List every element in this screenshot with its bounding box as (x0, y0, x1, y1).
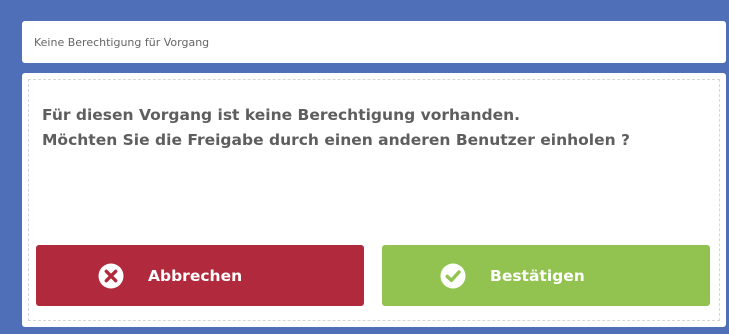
close-circle-icon (98, 263, 124, 289)
check-circle-icon (440, 263, 466, 289)
dialog-message: Für diesen Vorgang ist keine Berechtigun… (42, 103, 630, 153)
dialog-panel: Für diesen Vorgang ist keine Berechtigun… (22, 73, 726, 327)
confirm-button[interactable]: Bestätigen (382, 245, 710, 306)
message-line-2: Möchten Sie die Freigabe durch einen and… (42, 131, 631, 149)
message-line-1: Für diesen Vorgang ist keine Berechtigun… (42, 106, 521, 124)
dialog-title: Keine Berechtigung für Vorgang (34, 35, 210, 49)
dialog-title-bar: Keine Berechtigung für Vorgang (22, 21, 726, 63)
confirm-button-label: Bestätigen (490, 266, 585, 285)
cancel-button-label: Abbrechen (148, 266, 243, 285)
cancel-button[interactable]: Abbrechen (36, 245, 364, 306)
